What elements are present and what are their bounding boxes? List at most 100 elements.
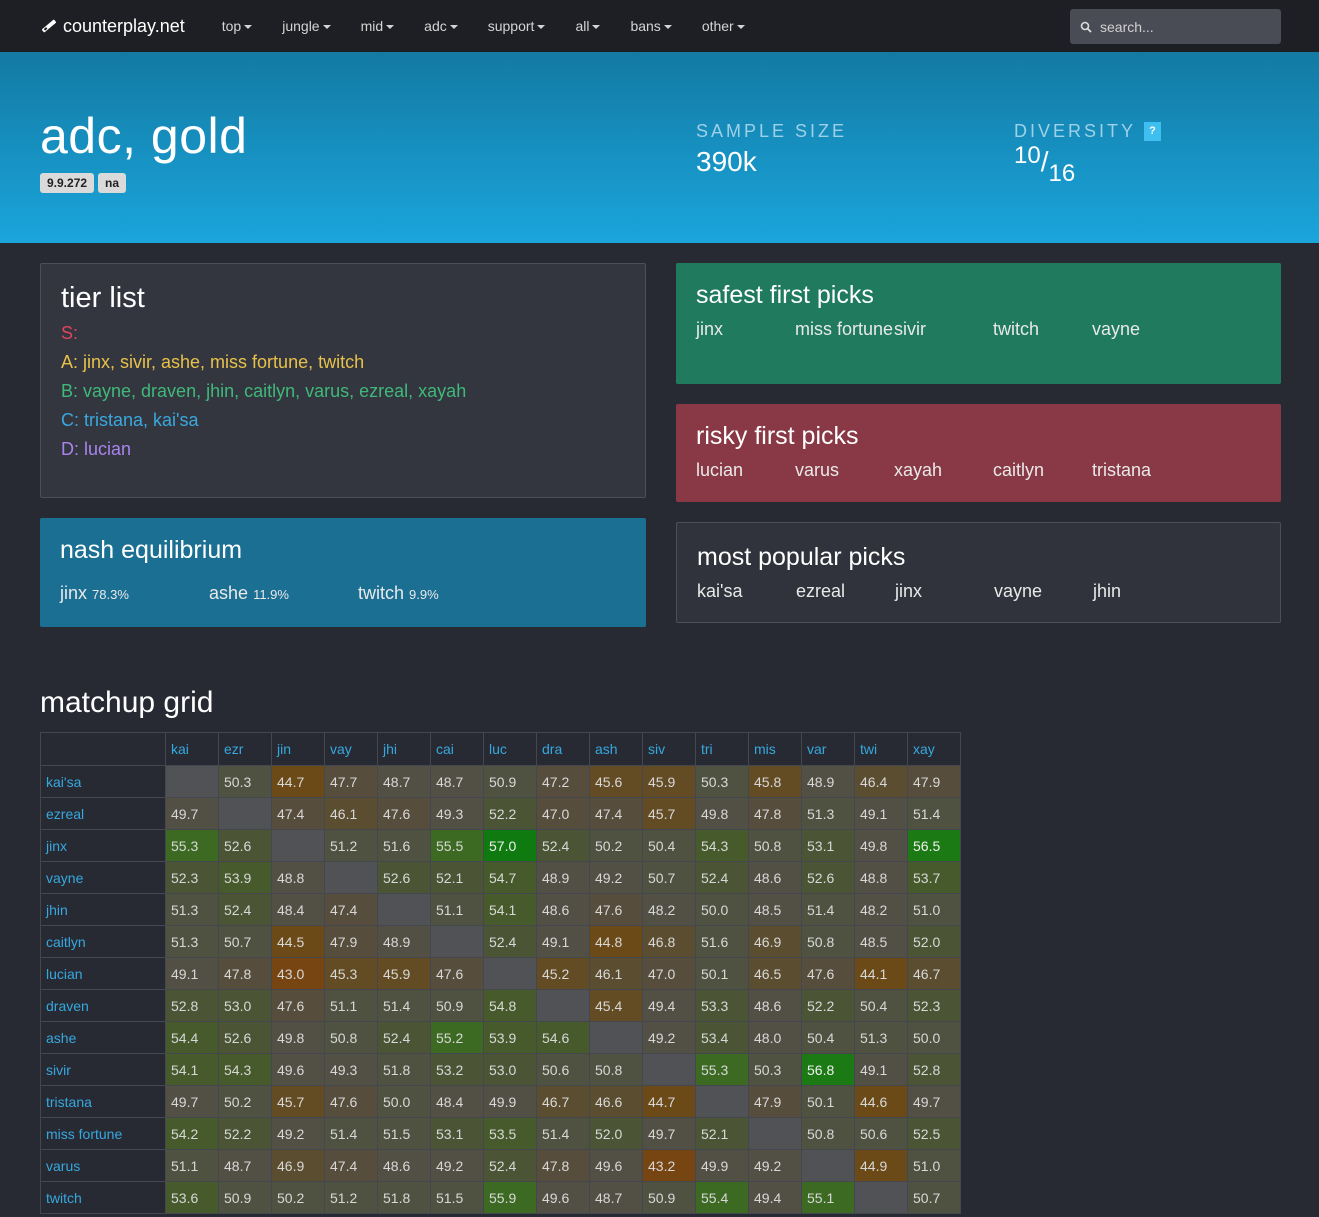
matchup-cell: 53.7 xyxy=(907,861,961,894)
matchup-cell: 55.3 xyxy=(695,1053,749,1086)
risky-pick[interactable]: tristana xyxy=(1092,459,1191,481)
safe-pick[interactable]: twitch xyxy=(993,318,1092,340)
matchup-cell: 51.3 xyxy=(801,797,855,830)
matchup-cell xyxy=(271,829,325,862)
chevron-down-icon xyxy=(449,25,458,29)
diversity-label-row: DIVERSITY ? xyxy=(1014,121,1162,142)
matchup-cell xyxy=(377,893,431,926)
nav-item-top[interactable]: top xyxy=(222,18,253,34)
nav-item-all[interactable]: all xyxy=(575,18,601,34)
search-box[interactable] xyxy=(1070,9,1281,44)
safe-pick[interactable]: vayne xyxy=(1092,318,1191,340)
nash-champion[interactable]: jinx xyxy=(60,583,87,603)
grid-column-header[interactable]: ezr xyxy=(218,732,272,766)
nav-item-support[interactable]: support xyxy=(488,18,546,34)
nash-item: jinx 78.3% xyxy=(60,583,209,604)
grid-row-header[interactable]: caitlyn xyxy=(40,925,166,958)
nav-item-jungle[interactable]: jungle xyxy=(282,18,331,34)
grid-column-header[interactable]: ash xyxy=(589,732,643,766)
safe-pick[interactable]: miss fortune xyxy=(795,318,894,340)
matchup-cell: 47.4 xyxy=(271,797,325,830)
matchup-cell: 49.8 xyxy=(271,1021,325,1054)
grid-column-header[interactable]: cai xyxy=(430,732,484,766)
matchup-cell: 48.2 xyxy=(854,893,908,926)
grid-column-header[interactable]: tri xyxy=(695,732,749,766)
table-row: ezreal 49.7 47.4 46.1 47.6 49.3 52.2 47.0 47.4 45… xyxy=(40,797,961,830)
matchup-cell: 54.3 xyxy=(218,1053,272,1086)
matchup-cell xyxy=(324,861,378,894)
grid-row-header[interactable]: sivir xyxy=(40,1053,166,1086)
grid-row-header[interactable]: ezreal xyxy=(40,797,166,830)
popular-pick[interactable]: jinx xyxy=(895,580,994,602)
nash-title: nash equilibrium xyxy=(60,536,243,564)
grid-row-header[interactable]: kai'sa xyxy=(40,765,166,798)
matchup-cell: 49.2 xyxy=(748,1149,802,1182)
matchup-cell: 53.1 xyxy=(430,1117,484,1150)
matchup-cell xyxy=(748,1117,802,1150)
matchup-cell xyxy=(589,1021,643,1054)
popular-pick[interactable]: jhin xyxy=(1093,580,1192,602)
matchup-cell: 46.4 xyxy=(854,765,908,798)
risky-pick[interactable]: varus xyxy=(795,459,894,481)
safe-pick[interactable]: jinx xyxy=(696,318,795,340)
diversity-value: 10/16 xyxy=(1014,142,1076,187)
brand-link[interactable]: counterplay.net xyxy=(40,16,185,37)
region-badge: na xyxy=(98,173,127,193)
matchup-cell: 46.7 xyxy=(536,1085,590,1118)
grid-column-header[interactable]: mis xyxy=(748,732,802,766)
nav-item-other[interactable]: other xyxy=(702,18,745,34)
grid-row-header[interactable]: tristana xyxy=(40,1085,166,1118)
matchup-cell: 50.9 xyxy=(483,765,537,798)
grid-row-header[interactable]: lucian xyxy=(40,957,166,990)
diversity-label: DIVERSITY xyxy=(1014,121,1137,141)
grid-column-header[interactable]: dra xyxy=(536,732,590,766)
matchup-cell: 49.7 xyxy=(165,1085,219,1118)
popular-pick[interactable]: ezreal xyxy=(796,580,895,602)
grid-row-header[interactable]: varus xyxy=(40,1149,166,1182)
matchup-cell: 52.6 xyxy=(801,861,855,894)
risky-pick[interactable]: caitlyn xyxy=(993,459,1092,481)
grid-column-header[interactable]: siv xyxy=(642,732,696,766)
nav-item-mid[interactable]: mid xyxy=(361,18,395,34)
grid-column-header[interactable]: xay xyxy=(907,732,961,766)
popular-pick[interactable]: vayne xyxy=(994,580,1093,602)
risky-pick[interactable]: xayah xyxy=(894,459,993,481)
search-input[interactable] xyxy=(1100,18,1260,35)
grid-column-header[interactable]: jhi xyxy=(377,732,431,766)
help-icon[interactable]: ? xyxy=(1144,122,1162,141)
matchup-cell: 52.6 xyxy=(218,1021,272,1054)
matchup-cell: 45.7 xyxy=(271,1085,325,1118)
grid-row-header[interactable]: vayne xyxy=(40,861,166,894)
matchup-cell: 52.4 xyxy=(483,1149,537,1182)
grid-column-header[interactable]: vay xyxy=(324,732,378,766)
nav-item-bans[interactable]: bans xyxy=(630,18,672,34)
grid-row-header[interactable]: miss fortune xyxy=(40,1117,166,1150)
matchup-cell: 54.1 xyxy=(165,1053,219,1086)
sword-icon xyxy=(41,19,57,33)
grid-column-header[interactable]: kai xyxy=(165,732,219,766)
matchup-cell: 50.2 xyxy=(271,1181,325,1214)
nash-champion[interactable]: ashe xyxy=(209,583,248,603)
nav-item-adc[interactable]: adc xyxy=(424,18,458,34)
grid-column-header[interactable]: luc xyxy=(483,732,537,766)
grid-row-header[interactable]: draven xyxy=(40,989,166,1022)
grid-column-header[interactable]: jin xyxy=(271,732,325,766)
grid-column-header[interactable]: var xyxy=(801,732,855,766)
grid-row-header[interactable]: jinx xyxy=(40,829,166,862)
popular-pick[interactable]: kai'sa xyxy=(697,580,796,602)
grid-row-header[interactable]: jhin xyxy=(40,893,166,926)
grid-column-header[interactable]: twi xyxy=(854,732,908,766)
brand-name: counterplay.net xyxy=(63,15,185,36)
risky-pick[interactable]: lucian xyxy=(696,459,795,481)
matchup-cell: 51.8 xyxy=(377,1181,431,1214)
matchup-cell: 50.2 xyxy=(218,1085,272,1118)
grid-row-header[interactable]: twitch xyxy=(40,1181,166,1214)
safest-picks-title: safest first picks xyxy=(696,281,874,309)
grid-row-header[interactable]: ashe xyxy=(40,1021,166,1054)
nash-champion[interactable]: twitch xyxy=(358,583,404,603)
matchup-cell: 50.0 xyxy=(695,893,749,926)
matchup-cell: 48.8 xyxy=(271,861,325,894)
matchup-cell: 47.4 xyxy=(324,1149,378,1182)
sample-size-value: 390k xyxy=(696,146,757,177)
safe-pick[interactable]: sivir xyxy=(894,318,993,340)
